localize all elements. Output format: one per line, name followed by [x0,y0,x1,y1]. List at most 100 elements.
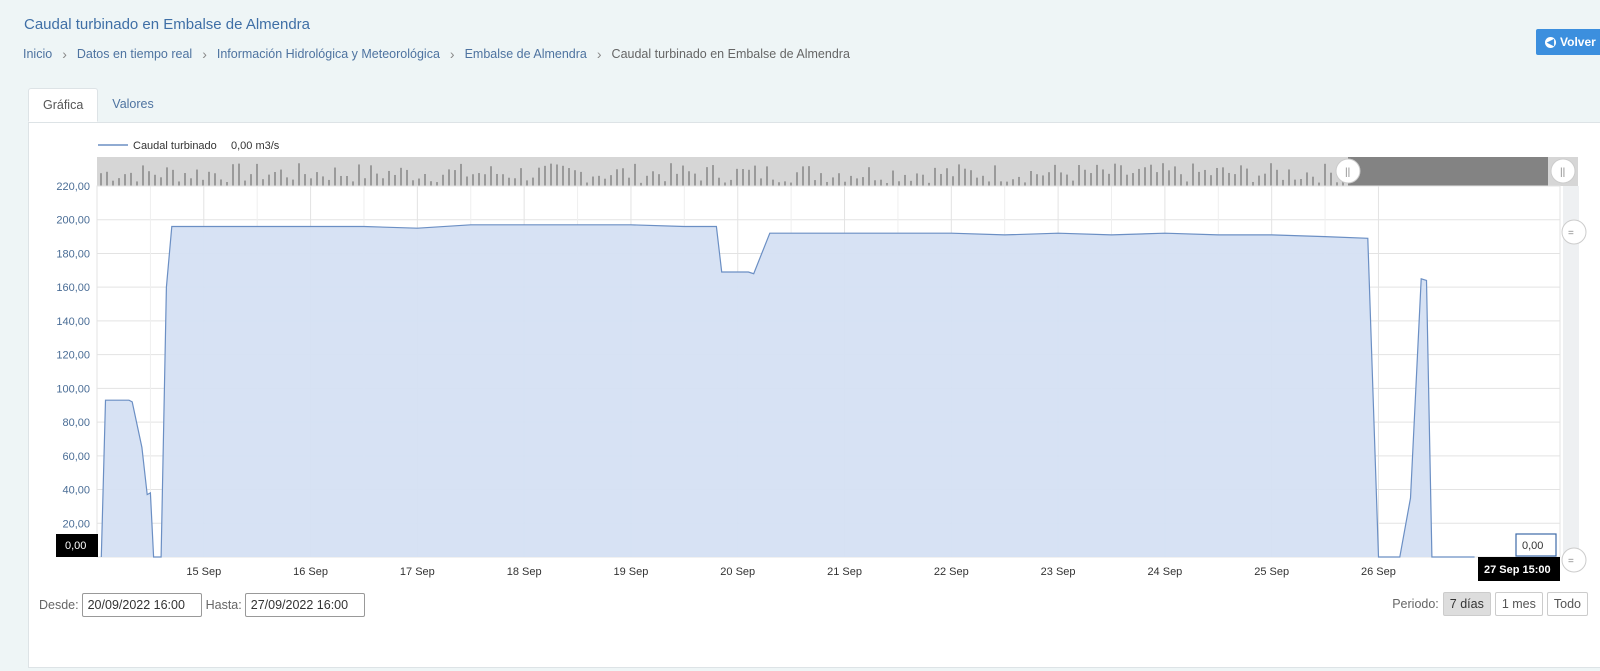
from-date-input[interactable] [81,593,202,617]
navigator-bar [790,182,792,186]
y-tick-label: 100,00 [56,383,90,395]
navigator-bar [1288,169,1290,186]
navigator-selection[interactable] [1348,157,1548,186]
navigator-bar [382,178,384,186]
navigator-bar [1276,169,1278,186]
navigator-bar [748,169,750,186]
navigator-bar [532,177,534,186]
navigator-bar [778,182,780,186]
y-axis: 20,00 40,00 60,00 80,00 100,00 120,00 140,00 16… [56,181,90,530]
navigator-bar [520,168,522,186]
x-tick-label: 18 Sep [507,566,542,578]
navigator-bar [1264,173,1266,186]
navigator-bar [1252,181,1254,186]
navigator-bar [754,165,756,186]
y-tick-label: 200,00 [56,215,90,227]
navigator-bar [334,167,336,186]
navigator-bar [844,181,846,186]
navigator-bar [628,177,630,186]
navigator-bar [232,164,234,186]
handle-grip-icon: = [1568,228,1574,239]
navigator-bar [1216,167,1218,186]
navigator-bar [1042,175,1044,186]
navigator-bar [574,170,576,186]
navigator-bar [1054,164,1056,186]
navigator-bar [838,173,840,186]
navigator-bar [1090,173,1092,186]
navigator-bar [832,177,834,186]
navigator-bar [370,165,372,186]
navigator-bar [1204,169,1206,186]
navigator-bar [1018,176,1020,186]
navigator-bar [322,176,324,186]
navigator-bar [1222,167,1224,186]
period-7-days-button[interactable]: 7 días [1442,592,1491,616]
navigator-bar [724,182,726,186]
handle-grip-icon: || [1560,167,1565,178]
navigator-bar [1258,175,1260,186]
period-label: Periodo: [1392,597,1439,611]
period-1-month-button[interactable]: 1 mes [1494,592,1543,616]
navigator-bar [496,173,498,186]
navigator-bar [154,174,156,186]
navigator-bar [460,163,462,186]
to-date-input[interactable] [244,593,365,617]
navigator-bar [310,178,312,186]
x-tick-label: 15 Sep [186,566,221,578]
navigator-bar [256,163,258,186]
navigator-bar [964,168,966,186]
tooltip-value: 0,00 [1522,540,1543,552]
navigator-bar [910,180,912,186]
period-all-button[interactable]: Todo [1546,592,1588,616]
navigator-bar [850,175,852,186]
y-tick-label: 220,00 [56,181,90,193]
navigator-bar [286,177,288,186]
navigator-bar [538,167,540,186]
navigator-bar [940,173,942,186]
navigator-bar [814,180,816,186]
y-tick-label: 40,00 [62,485,90,497]
period-selector: Periodo: 7 días 1 mes Todo [1392,592,1588,616]
navigator-bar [904,174,906,186]
y-scroll-handle-top[interactable] [1561,219,1587,245]
navigator-bar [316,172,318,186]
navigator-bar [1024,182,1026,186]
navigator-bar [262,179,264,186]
navigator-bar [1150,164,1152,186]
navigator-bar [112,180,114,186]
handle-grip-icon: || [1345,167,1350,178]
y-crosshair-label: 0,00 [65,540,86,552]
navigator-bar [646,175,648,186]
navigator-bar [268,174,270,186]
navigator-bar [1312,176,1314,186]
navigator-bar [586,182,588,186]
navigator-bar [412,180,414,186]
y-tick-label: 160,00 [56,282,90,294]
navigator-bar [760,178,762,186]
navigator-bar [352,181,354,186]
navigator-bar [514,178,516,186]
y-scroll-handle-bottom[interactable] [1561,547,1587,573]
navigator-bar [1078,165,1080,186]
navigator-bar [1144,167,1146,186]
navigator-bar [898,181,900,186]
navigator-bar [982,175,984,186]
legend-value: 0,00 m3/s [231,140,280,152]
navigator-bar [784,181,786,186]
handle-grip-icon: = [1568,556,1574,567]
navigator-bar [652,171,654,186]
navigator-bar [1246,168,1248,186]
navigator-bar [808,166,810,186]
navigator-bar [796,172,798,186]
navigator-bar [178,181,180,186]
x-tick-label: 19 Sep [614,566,649,578]
navigator-bar [1282,179,1284,186]
navigator-bar [442,174,444,186]
chart: Caudal turbinado 0,00 m3/s || || 20,00 40… [56,140,1587,581]
navigator-bar [1000,181,1002,186]
navigator-bar [1294,179,1296,186]
navigator-bar [970,170,972,186]
x-axis: 15 Sep 16 Sep 17 Sep 18 Sep 19 Sep 20 Sep 21 S… [186,566,1396,578]
navigator-bar [1030,170,1032,186]
date-range: Desde: Hasta: [39,593,369,617]
